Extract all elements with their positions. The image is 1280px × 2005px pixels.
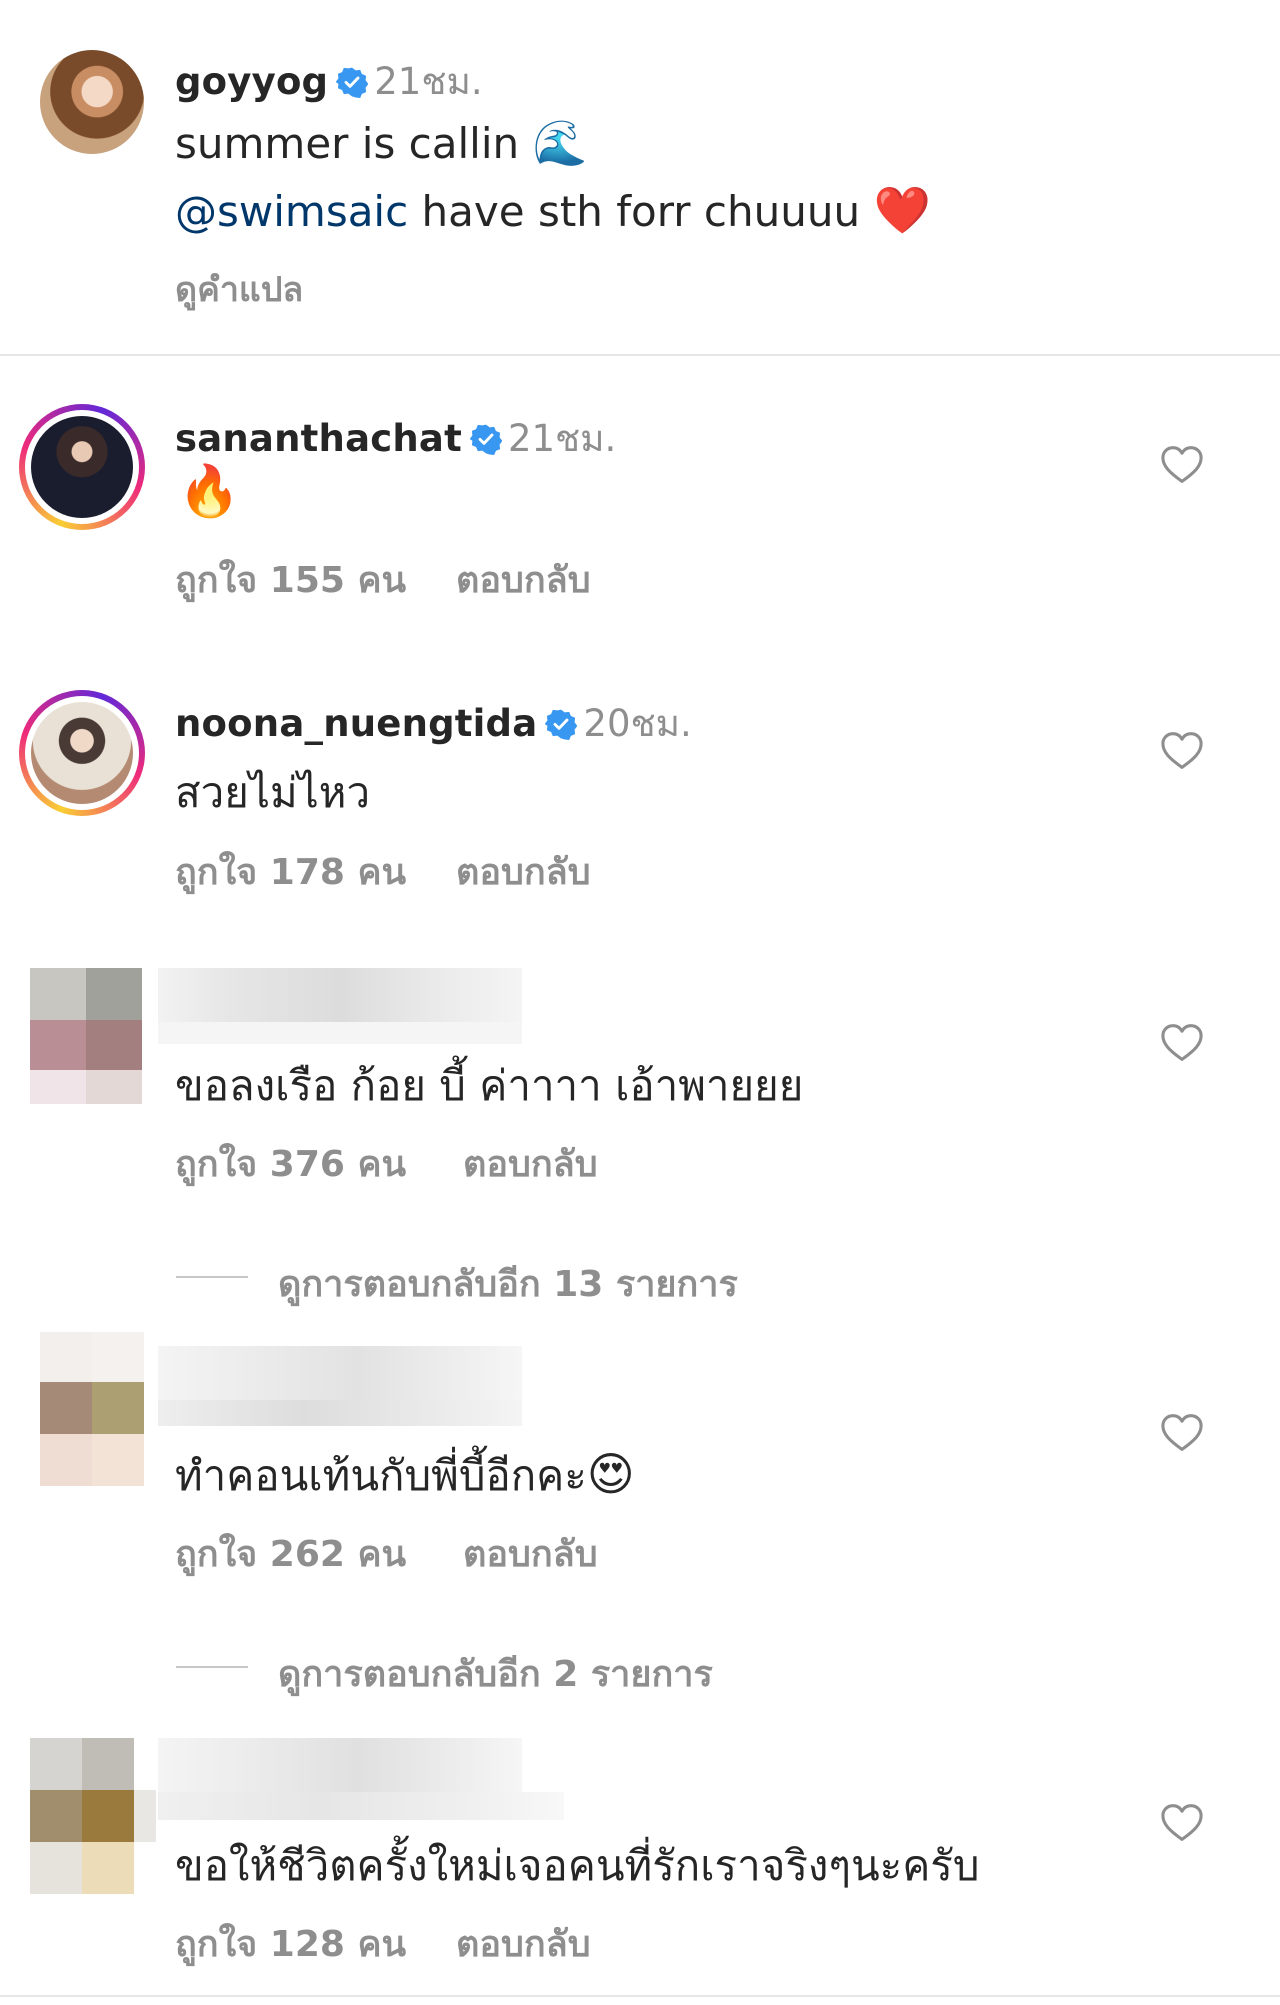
comment-text: สวยไม่ไหว — [175, 768, 371, 817]
caption-timestamp: 21ชม. — [374, 60, 483, 103]
pixelated-avatar[interactable] — [30, 1738, 156, 1894]
like-count[interactable]: ถูกใจ 178 คน — [175, 843, 406, 900]
comment-username[interactable]: noona_nuengtida — [175, 702, 537, 745]
caption-line-1: summer is callin 🌊 — [175, 117, 587, 169]
pixelated-avatar[interactable] — [40, 1332, 144, 1486]
caption-text-2: have sth forr chuuuu — [408, 187, 861, 236]
caption-username[interactable]: goyyog — [175, 60, 328, 103]
caption-text-1: summer is callin — [175, 119, 520, 168]
comment-text: ทำคอนเท้นกับพี่บี้อีกคะ😍 — [175, 1443, 635, 1509]
fire-emoji: 🔥 — [178, 462, 241, 520]
comment-text: ขอลงเรือ ก้อย บี้ ค่าาาา เอ้าพายยย — [175, 1061, 804, 1110]
heart-outline-icon[interactable] — [1160, 445, 1204, 485]
pixelated-username — [158, 1346, 522, 1426]
heart-eyes-emoji: 😍 — [586, 1447, 635, 1501]
replies-divider-line — [176, 1276, 248, 1278]
replies-divider-line — [176, 1666, 248, 1668]
comment-avatar[interactable] — [31, 416, 133, 518]
pixelated-username — [158, 968, 522, 1044]
heart-emoji: ❤️ — [873, 183, 931, 237]
comment-username[interactable]: sananthachat — [175, 417, 462, 460]
wave-emoji: 🌊 — [532, 118, 588, 169]
view-more-replies[interactable]: ดูการตอบกลับอีก 13 รายการ — [278, 1255, 738, 1312]
view-more-replies[interactable]: ดูการตอบกลับอีก 2 รายการ — [278, 1645, 713, 1702]
see-translation-link[interactable]: ดูคำแปล — [175, 262, 303, 316]
caption-divider — [0, 354, 1280, 356]
pixelated-avatar[interactable] — [30, 968, 142, 1104]
pixelated-username — [158, 1738, 564, 1820]
reply-button[interactable]: ตอบกลับ — [456, 551, 591, 608]
story-ring[interactable] — [19, 404, 145, 530]
heart-outline-icon[interactable] — [1160, 1413, 1204, 1453]
heart-outline-icon[interactable] — [1160, 1803, 1204, 1843]
like-count[interactable]: ถูกใจ 128 คน — [175, 1915, 406, 1972]
like-count[interactable]: ถูกใจ 155 คน — [175, 551, 406, 608]
story-ring[interactable] — [19, 690, 145, 816]
reply-button[interactable]: ตอบกลับ — [463, 1525, 598, 1582]
caption-line-2: @swimsaic have sth forr chuuuu ❤️ — [175, 183, 931, 238]
comment-timestamp: 20ชม. — [583, 702, 692, 745]
verified-badge-icon — [336, 67, 369, 98]
reply-button[interactable]: ตอบกลับ — [456, 843, 591, 900]
comment-timestamp: 21ชม. — [507, 417, 617, 460]
bottom-divider — [0, 1995, 1280, 1997]
verified-badge-icon — [469, 424, 502, 455]
like-count[interactable]: ถูกใจ 262 คน — [175, 1525, 406, 1582]
heart-outline-icon[interactable] — [1160, 1023, 1204, 1063]
mention-link[interactable]: @swimsaic — [175, 187, 408, 236]
verified-badge-icon — [545, 709, 578, 740]
comment-text: ขอให้ชีวิตครั้งใหม่เจอคนที่รักเราจริงๆนะ… — [175, 1841, 980, 1890]
comment-avatar[interactable] — [31, 702, 133, 804]
reply-button[interactable]: ตอบกลับ — [456, 1915, 591, 1972]
comment-text-body: ทำคอนเท้นกับพี่บี้อีกคะ — [175, 1451, 587, 1500]
caption-avatar[interactable] — [40, 50, 144, 154]
like-count[interactable]: ถูกใจ 376 คน — [175, 1135, 406, 1192]
heart-outline-icon[interactable] — [1160, 731, 1204, 771]
reply-button[interactable]: ตอบกลับ — [463, 1135, 598, 1192]
